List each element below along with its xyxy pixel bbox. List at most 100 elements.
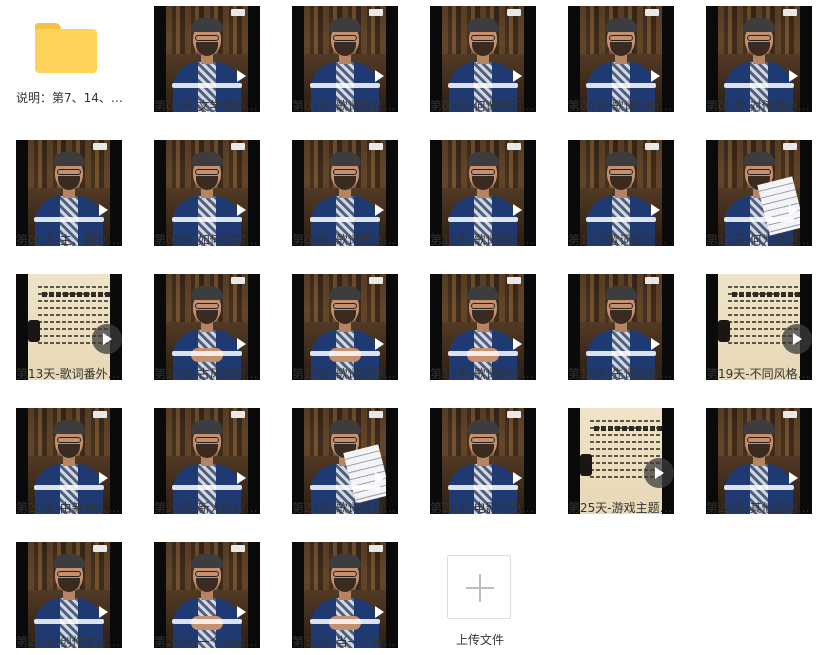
play-icon [237, 70, 246, 82]
video-file-item[interactable]: 第16天-歌词创作… [276, 274, 414, 400]
play-icon [237, 204, 246, 216]
play-icon [237, 338, 246, 350]
play-icon [513, 204, 522, 216]
play-icon [782, 324, 812, 354]
video-thumbnail [154, 140, 260, 246]
play-icon [789, 204, 798, 216]
file-label: 第24天-电影与电… [430, 501, 534, 515]
video-file-item[interactable]: 第30天-当一个有… [276, 542, 414, 655]
video-file-item[interactable]: 第10天-歌词词汇… [414, 140, 552, 266]
play-icon [651, 338, 660, 350]
video-thumbnail [154, 408, 260, 514]
file-label: 第11天歌词画面… [568, 233, 668, 247]
video-thumbnail [292, 140, 398, 246]
file-label: 第04天-歌词与新… [568, 99, 672, 113]
video-file-item[interactable]: 第15天-古风歌词… [138, 274, 276, 400]
video-file-item[interactable]: 第22天-新人阶段… [138, 408, 276, 534]
upload-button[interactable] [447, 555, 511, 619]
video-thumbnail [430, 140, 536, 246]
file-label: 第05条-对传统诗… [706, 99, 810, 113]
play-icon [375, 606, 384, 618]
file-label: 第29天-一个人资… [154, 635, 258, 649]
video-file-item[interactable]: 第01天-文学载体… [138, 6, 276, 132]
video-file-item[interactable]: 第05条-对传统诗… [690, 6, 816, 132]
video-file-item[interactable]: 第25天-游戏主题… [552, 408, 690, 534]
play-icon [513, 338, 522, 350]
video-file-item[interactable]: 第24天-电影与电… [414, 408, 552, 534]
video-thumbnail [706, 6, 812, 112]
file-label: 第20天-由新诗入… [16, 501, 120, 515]
video-thumbnail [568, 408, 674, 514]
file-label: 第19天-不同风格… [706, 367, 810, 381]
video-file-item[interactable]: 第08条-如何欣赏… [138, 140, 276, 266]
video-file-item[interactable]: 第09天-歌词灵感… [276, 140, 414, 266]
play-icon [513, 472, 522, 484]
file-label: 第17天-歌词创作… [430, 367, 534, 381]
video-file-item[interactable]: 第02天-歌词是社… [276, 6, 414, 132]
video-thumbnail [568, 274, 674, 380]
play-icon [789, 70, 798, 82]
file-label: 第13天-歌词番外… [16, 367, 120, 381]
video-thumbnail [154, 274, 260, 380]
file-label: 第22天-新人阶段… [154, 501, 258, 515]
video-file-item[interactable]: 第20天-由新诗入… [0, 408, 138, 534]
file-label: 第18天-先词后曲… [568, 367, 672, 381]
file-label: 第01天-文学载体… [154, 99, 258, 113]
file-label: 第25天-游戏主题… [568, 501, 672, 515]
video-file-item[interactable]: 第27天-创作生涯… [0, 542, 138, 655]
upload-label: 上传文件 [455, 633, 504, 647]
video-file-item[interactable]: 第18天-先词后曲… [552, 274, 690, 400]
video-file-item[interactable]: 第11天歌词画面… [552, 140, 690, 266]
file-label: 第16天-歌词创作… [292, 367, 396, 381]
file-grid: 说明：第7、14、… 上传文件 第01天-文学载体… 第02天-歌词是社… 第03天… [0, 0, 816, 655]
video-thumbnail [16, 408, 122, 514]
video-thumbnail [430, 408, 536, 514]
video-thumbnail [430, 274, 536, 380]
video-file-item[interactable]: 第17天-歌词创作… [414, 274, 552, 400]
video-file-item[interactable]: 第26天-其他活动… [690, 408, 816, 534]
video-thumbnail [292, 6, 398, 112]
video-thumbnail [292, 274, 398, 380]
video-file-item[interactable]: 第23天-歌词段落… [276, 408, 414, 534]
play-icon [375, 338, 384, 350]
video-file-item[interactable]: 第04天-歌词与新… [552, 6, 690, 132]
video-thumbnail [154, 542, 260, 648]
file-label: 第03天-何谓中国… [430, 99, 534, 113]
file-label: 第12天-何为原创… [706, 233, 810, 247]
folder-icon [35, 23, 97, 73]
play-icon [99, 606, 108, 618]
video-file-item[interactable]: 第19天-不同风格… [690, 274, 816, 400]
video-file-item[interactable]: 第29天-一个人资… [138, 542, 276, 655]
video-thumbnail [568, 6, 674, 112]
play-icon [99, 204, 108, 216]
play-icon [237, 472, 246, 484]
folder-label: 说明：第7、14、… [16, 91, 123, 105]
file-label: 第26天-其他活动… [706, 501, 810, 515]
video-thumbnail [430, 6, 536, 112]
video-file-item[interactable]: 第13天-歌词番外… [0, 274, 138, 400]
file-label: 第30天-当一个有… [292, 635, 396, 649]
video-thumbnail [292, 408, 398, 514]
file-label: 第09天-歌词灵感… [292, 233, 396, 247]
video-thumbnail [16, 140, 122, 246]
file-label: 第23天-歌词段落… [292, 501, 396, 515]
video-thumbnail [154, 6, 260, 112]
play-icon [513, 70, 522, 82]
video-thumbnail [568, 140, 674, 246]
folder-item[interactable]: 说明：第7、14、… [0, 0, 138, 126]
video-thumbnail [706, 140, 812, 246]
file-label: 第10天-歌词词汇… [430, 233, 534, 247]
video-file-item[interactable]: 第06天-主、副歌… [0, 140, 138, 266]
play-icon [375, 204, 384, 216]
play-icon [375, 70, 384, 82]
video-thumbnail [706, 408, 812, 514]
file-label: 第08条-如何欣赏… [154, 233, 258, 247]
play-icon [99, 472, 108, 484]
video-thumbnail [706, 274, 812, 380]
video-thumbnail [292, 542, 398, 648]
video-file-item[interactable]: 第03天-何谓中国… [414, 6, 552, 132]
file-label: 第27天-创作生涯… [16, 635, 120, 649]
play-icon [92, 324, 122, 354]
video-file-item[interactable]: 第12天-何为原创… [690, 140, 816, 266]
play-icon [651, 204, 660, 216]
